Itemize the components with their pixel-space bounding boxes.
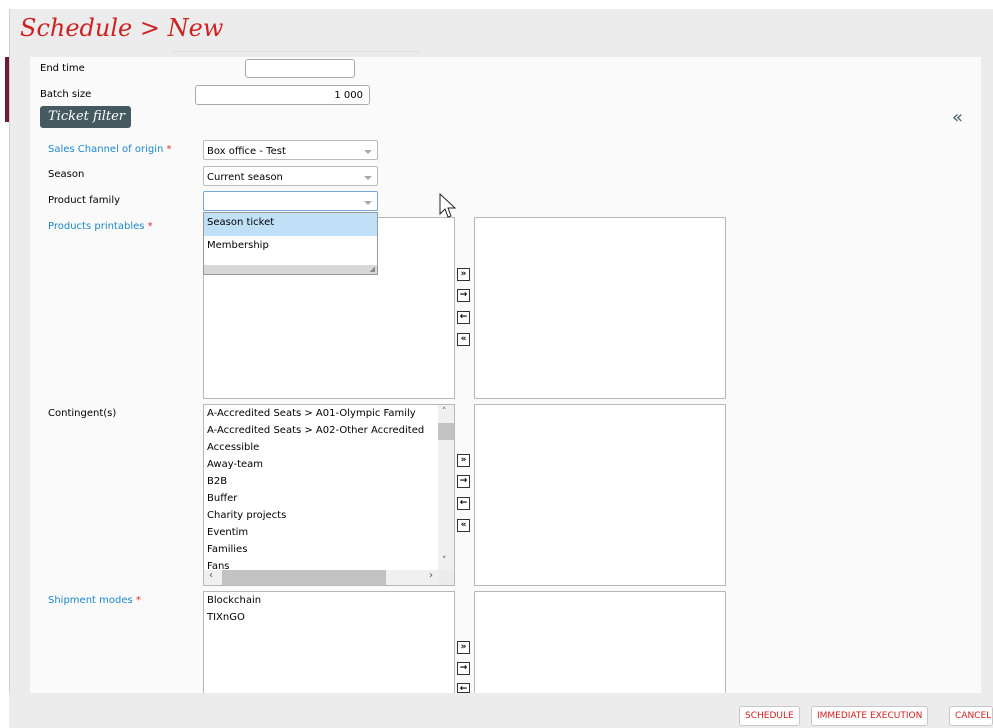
remove-all-products-button[interactable]: « xyxy=(457,333,470,346)
season-select[interactable]: Current season xyxy=(203,166,378,186)
add-shipment-button[interactable]: → xyxy=(457,662,470,675)
list-item[interactable]: Buffer xyxy=(204,490,438,507)
shipment-available-list[interactable]: Blockchain TIXnGO xyxy=(203,591,455,696)
page-title: Schedule > New xyxy=(20,14,224,42)
product-family-select[interactable] xyxy=(203,191,378,211)
list-item[interactable]: Blockchain xyxy=(204,592,454,609)
required-mark: * xyxy=(166,144,172,155)
list-item[interactable]: A-Accredited Seats > A01-Olympic Family xyxy=(204,405,438,422)
dropdown-option-membership[interactable]: Membership xyxy=(204,236,377,259)
scroll-left-icon[interactable]: ‹ xyxy=(209,570,213,581)
resize-grip-icon[interactable]: ◢ xyxy=(370,265,375,273)
scroll-up-icon[interactable]: ˄ xyxy=(442,407,447,417)
chevron-down-icon xyxy=(364,150,372,154)
batch-size-input[interactable]: 1 000 xyxy=(195,85,370,105)
list-item[interactable]: Families xyxy=(204,541,438,558)
dropdown-resize-bar[interactable]: ◢ xyxy=(204,265,377,274)
shipment-modes-label: Shipment modes * xyxy=(48,595,141,606)
chevron-down-icon xyxy=(364,176,372,180)
sales-channel-value: Box office - Test xyxy=(207,146,286,157)
end-time-label: End time xyxy=(40,63,85,74)
collapse-panel-icon[interactable]: « xyxy=(952,107,963,128)
chevron-down-icon xyxy=(364,201,372,205)
sales-channel-label: Sales Channel of origin * xyxy=(48,144,172,155)
ticket-filter-header: Ticket filter xyxy=(40,106,131,128)
product-family-dropdown[interactable]: Season ticket Membership ◢ xyxy=(203,212,378,275)
remove-product-button[interactable]: ← xyxy=(457,311,470,324)
product-family-label: Product family xyxy=(48,195,121,206)
remove-shipment-button[interactable]: ← xyxy=(457,683,470,693)
immediate-execution-button[interactable]: IMMEDIATE EXECUTION xyxy=(811,706,929,726)
schedule-button[interactable]: SCHEDULE xyxy=(739,706,800,726)
left-accent-bar xyxy=(5,57,9,122)
required-mark: * xyxy=(147,221,153,232)
contingents-items: A-Accredited Seats > A01-Olympic Family … xyxy=(204,405,438,570)
add-all-shipment-button[interactable]: » xyxy=(457,641,470,654)
season-label: Season xyxy=(48,169,85,180)
shipment-selected-list[interactable] xyxy=(474,591,726,696)
contingents-selected-list[interactable] xyxy=(474,404,726,586)
left-border xyxy=(9,9,10,728)
list-item[interactable]: A-Accredited Seats > A02-Other Accredite… xyxy=(204,422,438,439)
products-printables-label: Products printables * xyxy=(48,221,153,232)
horizontal-scrollbar[interactable]: ‹ › xyxy=(204,570,438,585)
list-item[interactable]: Charity projects xyxy=(204,507,438,524)
dropdown-option-season-ticket[interactable]: Season ticket xyxy=(204,213,377,236)
contingents-label: Contingent(s) xyxy=(48,408,117,419)
mouse-pointer-icon xyxy=(439,192,457,218)
cancel-button[interactable]: CANCEL xyxy=(949,706,993,726)
add-all-products-button[interactable]: » xyxy=(457,268,470,281)
list-item[interactable]: Eventim xyxy=(204,524,438,541)
list-item[interactable]: Accessible xyxy=(204,439,438,456)
remove-contingent-button[interactable]: ← xyxy=(457,497,470,510)
required-mark: * xyxy=(135,595,141,606)
add-product-button[interactable]: → xyxy=(457,289,470,302)
list-item[interactable]: B2B xyxy=(204,473,438,490)
sales-channel-select[interactable]: Box office - Test xyxy=(203,140,378,160)
remove-all-contingents-button[interactable]: « xyxy=(457,519,470,532)
end-time-input[interactable] xyxy=(245,59,355,78)
scrollbar-thumb[interactable] xyxy=(438,423,454,440)
season-value: Current season xyxy=(207,172,283,183)
title-divider xyxy=(172,51,420,52)
scroll-right-icon[interactable]: › xyxy=(429,570,433,581)
add-all-contingents-button[interactable]: » xyxy=(457,454,470,467)
scrollbar-corner xyxy=(438,570,454,585)
products-selected-list[interactable] xyxy=(474,217,726,399)
add-contingent-button[interactable]: → xyxy=(457,475,470,488)
scroll-down-icon[interactable]: ˅ xyxy=(442,556,447,566)
list-item[interactable]: Away-team xyxy=(204,456,438,473)
vertical-scrollbar[interactable]: ˄ ˅ xyxy=(438,405,454,570)
scrollbar-thumb[interactable] xyxy=(222,570,386,585)
batch-size-label: Batch size xyxy=(40,89,92,100)
contingents-available-list[interactable]: A-Accredited Seats > A01-Olympic Family … xyxy=(203,404,455,586)
list-item[interactable]: Fans xyxy=(204,558,438,570)
list-item[interactable]: TIXnGO xyxy=(204,609,454,626)
